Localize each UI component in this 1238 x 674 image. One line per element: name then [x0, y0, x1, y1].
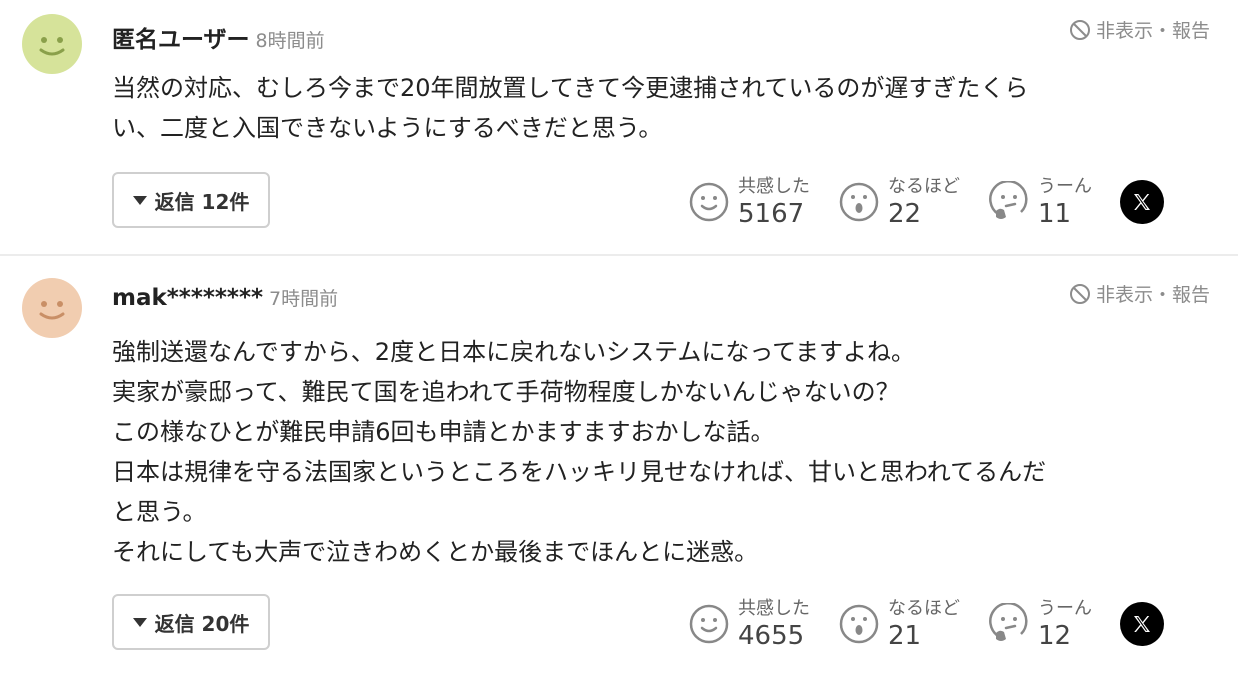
surprised-face-icon: [839, 182, 879, 222]
share-x-button[interactable]: [1120, 602, 1164, 646]
reaction-label: なるほど: [888, 598, 960, 619]
prohibited-icon: [1069, 19, 1090, 40]
smile-face-icon: [689, 182, 729, 222]
reaction-count: 22: [888, 199, 922, 229]
comment-item: 匿名ユーザー 8時間前 非表示・報告 当然の対応、むしろ今まで20年間放置してきて…: [0, 0, 1238, 254]
author-name[interactable]: 匿名ユーザー 8時間前: [112, 20, 325, 54]
comment-line: い、二度と入国できないようにするべきだと思う。: [112, 114, 663, 142]
smile-face-icon: [689, 604, 729, 644]
comment-line: 実家が豪邸って、難民て国を追われて手荷物程度しかないんじゃないの？: [112, 378, 900, 406]
comment-item: mak******** 7時間前 非表示・報告 強制送還なんですから、2度と日本に…: [0, 256, 1238, 674]
caret-down-icon: [132, 617, 147, 627]
comment-line: と思う。: [112, 498, 207, 526]
avatar: [22, 14, 82, 74]
reaction-bar: 共感した 5167 なるほど 22 うーん 11: [688, 172, 1164, 232]
reaction-label: うーん: [1038, 176, 1092, 197]
author-name-text: mak********: [112, 285, 264, 311]
reaction-insightful-button[interactable]: なるほど 21: [838, 597, 960, 651]
comment-line: 強制送還なんですから、2度と日本に戻れないシステムになってますよね。: [112, 338, 915, 366]
caret-down-icon: [132, 195, 147, 205]
hide-report-link[interactable]: 非表示・報告: [1068, 280, 1210, 307]
post-time: 8時間前: [255, 30, 325, 52]
thinking-face-icon: [989, 181, 1028, 219]
comment-body: 当然の対応、むしろ今まで20年間放置してきて今更逮捕されているのが遅すぎたくら …: [112, 68, 1202, 148]
reaction-insightful-button[interactable]: なるほど 22: [838, 175, 960, 229]
reaction-count: 11: [1038, 199, 1072, 229]
surprised-face-icon: [839, 604, 879, 644]
reaction-bar: 共感した 4655 なるほど 21 うーん 12: [688, 594, 1164, 654]
reaction-label: 共感した: [738, 176, 810, 197]
avatar: [22, 278, 82, 338]
x-logo-icon: [1134, 616, 1150, 632]
smiling-avatar-icon: [39, 301, 65, 320]
reaction-hmm-button[interactable]: うーん 11: [988, 175, 1092, 229]
smiling-avatar-icon: [39, 37, 65, 56]
share-x-button[interactable]: [1120, 180, 1164, 224]
thinking-face-icon: [989, 603, 1028, 641]
reaction-count: 12: [1038, 621, 1072, 651]
reaction-count: 4655: [738, 621, 805, 651]
reaction-count: 5167: [738, 199, 805, 229]
replies-label: 返信 20件: [154, 611, 250, 636]
prohibited-icon: [1069, 283, 1090, 304]
reaction-label: なるほど: [888, 176, 960, 197]
reaction-count: 21: [888, 621, 922, 651]
reaction-empathize-button[interactable]: 共感した 4655: [688, 597, 810, 651]
reaction-hmm-button[interactable]: うーん 12: [988, 597, 1092, 651]
reaction-empathize-button[interactable]: 共感した 5167: [688, 175, 810, 229]
x-logo-icon: [1134, 194, 1150, 210]
replies-label: 返信 12件: [154, 189, 250, 214]
reaction-label: 共感した: [738, 598, 810, 619]
author-name[interactable]: mak******** 7時間前: [112, 284, 338, 311]
replies-toggle-button[interactable]: 返信 12件: [112, 172, 270, 228]
hide-report-label: 非表示・報告: [1095, 20, 1210, 42]
author-name-text: 匿名ユーザー: [112, 27, 250, 53]
comment-line: この様なひとが難民申請6回も申請とかますますおかしな話。: [112, 418, 775, 446]
comment-line: それにしても大声で泣きわめくとか最後までほんとに迷惑。: [112, 538, 759, 566]
comment-body: 強制送還なんですから、2度と日本に戻れないシステムになってますよね。 実家が豪邸…: [112, 332, 1202, 572]
hide-report-label: 非表示・報告: [1095, 284, 1210, 306]
comment-line: 日本は規律を守る法国家というところをハッキリ見せなければ、甘いと思われてるんだ: [112, 458, 1047, 486]
post-time: 7時間前: [269, 288, 339, 310]
replies-toggle-button[interactable]: 返信 20件: [112, 594, 270, 650]
reaction-label: うーん: [1038, 598, 1092, 619]
hide-report-link[interactable]: 非表示・報告: [1068, 16, 1210, 43]
comment-line: 当然の対応、むしろ今まで20年間放置してきて今更逮捕されているのが遅すぎたくら: [112, 74, 1029, 102]
